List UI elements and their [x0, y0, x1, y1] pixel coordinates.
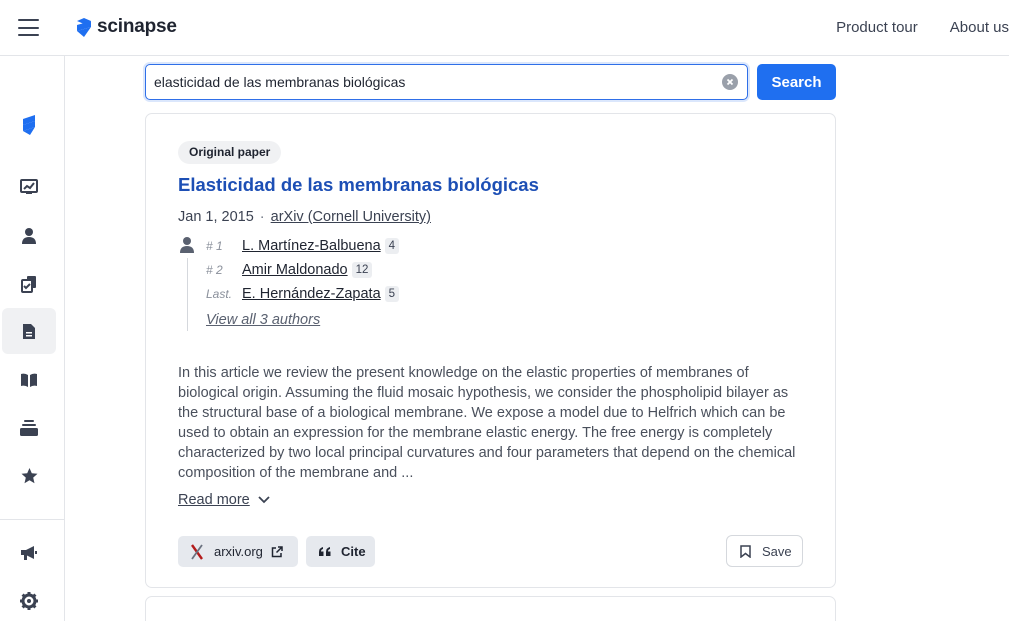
cite-button[interactable]: Cite — [306, 536, 375, 567]
read-more-label: Read more — [178, 492, 250, 508]
search-input[interactable] — [146, 65, 706, 98]
publication-date: Jan 1, 2015 — [178, 209, 254, 225]
stack-icon — [20, 420, 38, 436]
view-all-authors-link[interactable]: View all 3 authors — [206, 312, 320, 328]
clear-search-button[interactable] — [722, 74, 738, 90]
close-icon — [726, 78, 734, 86]
read-more-button[interactable]: Read more — [178, 492, 270, 508]
person-icon — [180, 237, 194, 253]
scinapse-logo-icon — [77, 17, 91, 37]
product-tour-link[interactable]: Product tour — [836, 19, 918, 36]
chevron-down-icon — [258, 496, 270, 504]
sidebar-item-announcements[interactable] — [2, 530, 56, 576]
sidebar-item-settings[interactable] — [2, 578, 56, 621]
next-paper-card — [145, 596, 836, 621]
book-icon — [21, 373, 37, 387]
brand-logo[interactable]: scinapse — [76, 16, 177, 38]
sidebar-item-favorites[interactable] — [2, 453, 56, 499]
megaphone-icon — [21, 546, 37, 560]
paper-title[interactable]: Elasticidad de las membranas biológicas — [178, 174, 539, 196]
save-button[interactable]: Save — [726, 535, 803, 567]
sidebar-divider — [0, 519, 64, 520]
external-link-icon — [271, 545, 283, 557]
scinapse-logo-icon — [23, 115, 35, 135]
author-name[interactable]: E. Hernández-Zapata — [242, 286, 381, 302]
menu-icon[interactable] — [18, 19, 39, 36]
author-rank: # 2 — [206, 263, 223, 277]
author-rank: # 1 — [206, 239, 223, 253]
gear-icon — [20, 592, 38, 610]
star-icon — [21, 468, 37, 484]
source-link-button[interactable]: arxiv.org — [178, 536, 298, 567]
person-icon — [22, 228, 36, 244]
paper-card: Original paper Elasticidad de las membra… — [145, 113, 836, 588]
documents-icon — [21, 276, 36, 293]
paper-meta: Jan 1, 2015 · arXiv (Cornell University) — [178, 209, 431, 225]
venue-link[interactable]: arXiv (Cornell University) — [271, 209, 431, 225]
sidebar-item-home[interactable] — [2, 102, 56, 148]
search-box — [145, 64, 748, 100]
sidebar-item-journals[interactable] — [2, 405, 56, 451]
sidebar-item-library[interactable] — [2, 357, 56, 403]
search-button[interactable]: Search — [757, 64, 836, 100]
author-connector — [187, 258, 188, 331]
quote-icon — [319, 547, 331, 556]
author-paper-count: 4 — [384, 238, 400, 254]
author-rank: Last. — [206, 287, 233, 301]
arxiv-icon — [191, 543, 203, 560]
about-us-link[interactable]: About us — [950, 19, 1009, 36]
author-row: Last. E. Hernández-Zapata 5 — [206, 284, 400, 304]
paper-type-badge: Original paper — [178, 141, 282, 164]
meta-separator: · — [259, 209, 265, 225]
author-row: # 2 Amir Maldonado 12 — [206, 260, 373, 280]
author-paper-count: 5 — [384, 286, 400, 302]
save-label: Save — [762, 543, 792, 559]
cite-label: Cite — [341, 544, 366, 559]
paper-abstract: In this article we review the present kn… — [178, 365, 796, 481]
sidebar-item-collections[interactable] — [2, 261, 56, 307]
top-nav: Product tour About us — [836, 19, 1009, 36]
sidebar-item-profile[interactable] — [2, 213, 56, 259]
author-name[interactable]: Amir Maldonado — [242, 262, 348, 278]
document-icon — [23, 323, 35, 339]
sidebar-item-dashboard[interactable] — [2, 164, 56, 210]
sidebar-item-papers[interactable] — [2, 308, 56, 354]
author-name[interactable]: L. Martínez-Balbuena — [242, 238, 381, 254]
chart-icon — [20, 179, 38, 194]
author-paper-count: 12 — [351, 262, 373, 278]
brand-name: scinapse — [97, 16, 177, 37]
top-bar: scinapse Product tour About us — [0, 0, 1009, 56]
source-link-label: arxiv.org — [214, 544, 263, 559]
author-row: # 1 L. Martínez-Balbuena 4 — [206, 236, 400, 256]
sidebar — [0, 56, 65, 621]
bookmark-icon — [740, 544, 751, 558]
